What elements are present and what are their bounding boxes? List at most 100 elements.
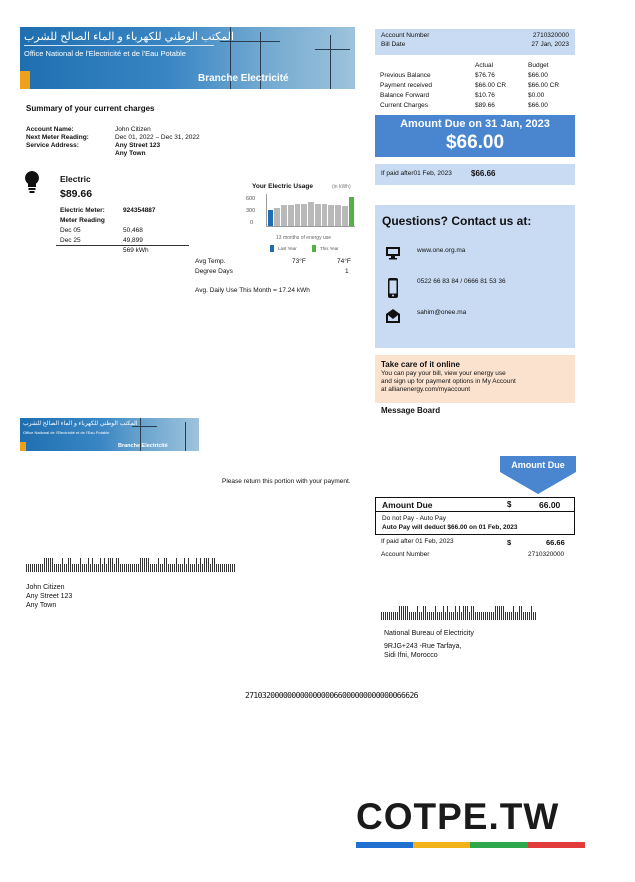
barcode-bar: [525, 612, 526, 620]
chart-plot-area: [266, 194, 355, 227]
barcode-bar: [509, 612, 510, 620]
barcode-bar: [210, 564, 211, 572]
contact-email[interactable]: sahim@onee.ma: [417, 309, 466, 317]
watermark-text: COTPE.TW: [356, 796, 560, 837]
balance-row-label: Current Charges: [380, 102, 429, 109]
barcode-bar: [475, 612, 476, 620]
barcode-bar: [90, 564, 91, 572]
usage-bar: [341, 205, 348, 226]
account-name: John Citizen: [115, 126, 151, 133]
barcode-bar: [26, 564, 27, 572]
barcode-bar: [132, 564, 133, 572]
barcode-bar: [40, 564, 41, 572]
barcode-bar: [196, 558, 197, 572]
barcode-bar: [158, 558, 159, 572]
header-banner: المكتب الوطني للكهرباء و الماء الصالح لل…: [20, 27, 355, 89]
barcode-bar: [218, 564, 219, 572]
bureau-barcode: [381, 606, 539, 620]
customer-address-line2: Any Town: [26, 602, 57, 609]
barcode-bar: [140, 558, 141, 572]
barcode-bar: [166, 558, 167, 572]
barcode-bar: [122, 564, 123, 572]
barcode-bar: [429, 612, 430, 620]
service-address-line2: Any Town: [115, 150, 146, 157]
balance-row-actual: $66.00 CR: [475, 82, 507, 89]
usage-bar: [335, 205, 341, 226]
barcode-bar: [224, 564, 225, 572]
stub-french-name: Office National de l'Electricité et de l…: [23, 430, 110, 435]
electric-meter-label: Electric Meter:: [60, 207, 105, 214]
barcode-bar: [212, 558, 213, 572]
avg-daily-use: Avg. Daily Use This Month = 17.24 kWh: [195, 287, 310, 294]
barcode-bar: [491, 612, 492, 620]
usage-bar: [314, 203, 321, 226]
legend-this-swatch: [312, 245, 316, 252]
amount-due-arrow: Amount Due: [500, 456, 576, 494]
barcode-bar: [519, 606, 520, 620]
barcode-bar: [108, 558, 109, 572]
online-line1: You can pay your bill, view your energy …: [381, 370, 506, 377]
barcode-bar: [110, 558, 111, 572]
barcode-bar: [170, 564, 171, 572]
stub-arabic-name: المكتب الوطني للكهرباء و الماء الصالح لل…: [23, 421, 138, 427]
next-meter-value: Dec 01, 2022 – Dec 31, 2022: [115, 134, 200, 141]
balance-row-budget: $66.00 CR: [528, 82, 560, 89]
barcode-bar: [64, 564, 65, 572]
contact-phone[interactable]: 0522 66 83 84 / 0666 81 53 36: [417, 278, 506, 286]
barcode-bar: [60, 564, 61, 572]
barcode-bar: [68, 558, 69, 572]
barcode-bar: [503, 606, 504, 620]
auto-pay-text: Auto Pay will deduct $66.00 on 01 Feb, 2…: [382, 524, 518, 531]
barcode-bar: [228, 564, 229, 572]
watermark-strip-red: [528, 842, 585, 848]
balance-row-budget: $66.00: [528, 102, 548, 109]
barcode-bar: [431, 612, 432, 620]
barcode-bar: [529, 612, 530, 620]
account-number: 2710320000: [532, 32, 569, 39]
col-actual: Actual: [475, 62, 494, 69]
account-name-label: Account Name:: [26, 126, 74, 133]
usage-bar: [287, 204, 294, 226]
barcode-bar: [391, 612, 392, 620]
barcode-bar: [443, 606, 444, 620]
barcode-bar: [397, 612, 398, 620]
barcode-bar: [78, 564, 79, 572]
barcode-bar: [487, 612, 488, 620]
return-instruction: Please return this portion with your pay…: [222, 478, 351, 485]
barcode-bar: [36, 564, 37, 572]
barcode-bar: [403, 606, 404, 620]
barcode-bar: [399, 606, 400, 620]
barcode-bar: [535, 612, 536, 620]
barcode-bar: [511, 612, 512, 620]
account-number-label: Account Number: [381, 32, 430, 39]
balance-row-label: Balance Forward: [380, 92, 430, 99]
stub-amount-box: Amount Due $ 66.00 Do not Pay - Auto Pay…: [375, 497, 575, 535]
online-line3[interactable]: at allianenergy.com/myaccount: [381, 386, 470, 394]
payment-scanline: 2710320000000000000006600000000000006662…: [245, 691, 418, 700]
barcode-bar: [74, 564, 75, 572]
barcode-bar: [30, 564, 31, 572]
envelope-icon: [385, 308, 401, 324]
barcode-bar: [449, 612, 450, 620]
barcode-bar: [230, 564, 231, 572]
watermark-strip-green: [470, 842, 528, 848]
balance-row-actual: $76.76: [475, 72, 495, 79]
barcode-bar: [200, 558, 201, 572]
barcode-bar: [441, 612, 442, 620]
customer-barcode: [26, 558, 238, 572]
barcode-bar: [433, 612, 434, 620]
barcode-bar: [160, 564, 161, 572]
barcode-bar: [190, 564, 191, 572]
barcode-bar: [214, 558, 215, 572]
barcode-bar: [38, 564, 39, 572]
service-address-label: Service Address:: [26, 142, 79, 149]
usage-chart: Your Electric Usage (in kWh) 600 300 0 1…: [240, 183, 360, 261]
computer-icon: [385, 245, 401, 261]
barcode-bar: [72, 564, 73, 572]
legend-last-label: Last Year: [278, 246, 297, 251]
contact-website[interactable]: www.one.org.ma: [417, 247, 465, 255]
barcode-bar: [194, 564, 195, 572]
stub-account-number: 2710320000: [528, 551, 565, 558]
barcode-bar: [80, 558, 81, 572]
barcode-bar: [152, 564, 153, 572]
